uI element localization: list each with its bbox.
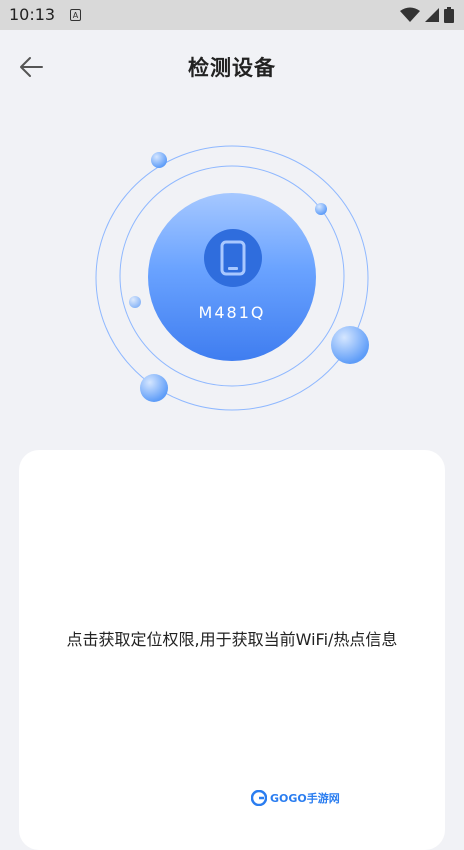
orbit-dot [331,326,369,364]
location-permission-hint[interactable]: 点击获取定位权限,用于获取当前WiFi/热点信息 [19,626,445,650]
watermark-text: GOGO手游网 [270,792,340,805]
orbit-dot [151,152,167,168]
device-icon-badge [204,229,262,287]
permission-card: 点击获取定位权限,用于获取当前WiFi/热点信息 GOGO手游网 [19,450,445,850]
watermark-logo-icon [251,790,267,806]
device-model-label: M481Q [198,303,266,322]
watermark: GOGO手游网 [251,790,340,806]
phone-icon [220,240,246,276]
orbit-dot [315,203,327,215]
orbit-dot [129,296,141,308]
orbit-dot [140,374,168,402]
